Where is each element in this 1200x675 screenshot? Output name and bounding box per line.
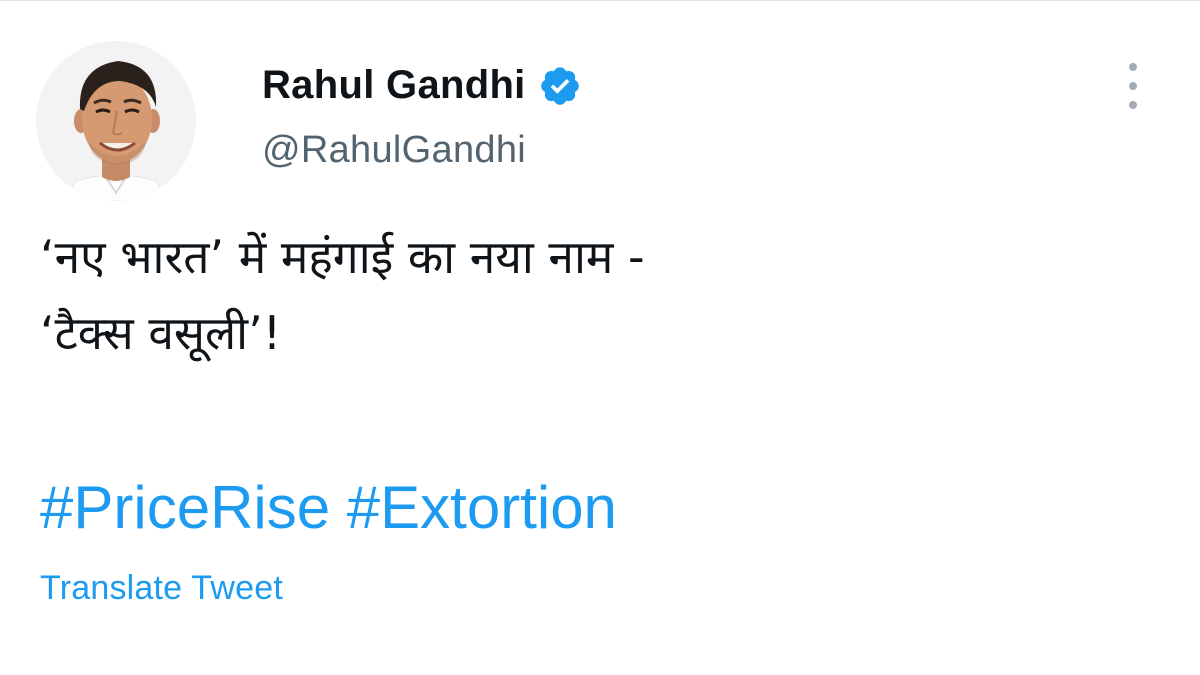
tweet-text-line: ‘टैक्स वसूली’!	[40, 306, 282, 360]
more-dot	[1129, 101, 1137, 109]
display-name[interactable]: Rahul Gandhi	[262, 63, 526, 108]
hashtag-extortion[interactable]: #Extortion	[347, 474, 617, 541]
verified-badge-icon	[538, 64, 582, 108]
author-name-row: Rahul Gandhi	[262, 63, 582, 108]
avatar-image	[36, 41, 196, 201]
tweet-card: Rahul Gandhi @RahulGandhi ‘नए भारत’ में …	[0, 0, 1200, 675]
more-options-icon[interactable]	[1116, 63, 1150, 109]
avatar[interactable]	[36, 41, 196, 201]
tweet-text: ‘नए भारत’ में महंगाई का नया नाम - ‘टैक्स…	[40, 219, 1140, 371]
hashtag-price-rise[interactable]: #PriceRise	[40, 474, 330, 541]
translate-tweet-link[interactable]: Translate Tweet	[40, 569, 283, 608]
more-dot	[1129, 63, 1137, 71]
tweet-text-line: ‘नए भारत’ में महंगाई का नया नाम -	[40, 230, 645, 284]
more-dot	[1129, 82, 1137, 90]
user-handle[interactable]: @RahulGandhi	[262, 129, 526, 172]
hashtags: #PriceRise #Extortion	[40, 473, 617, 542]
